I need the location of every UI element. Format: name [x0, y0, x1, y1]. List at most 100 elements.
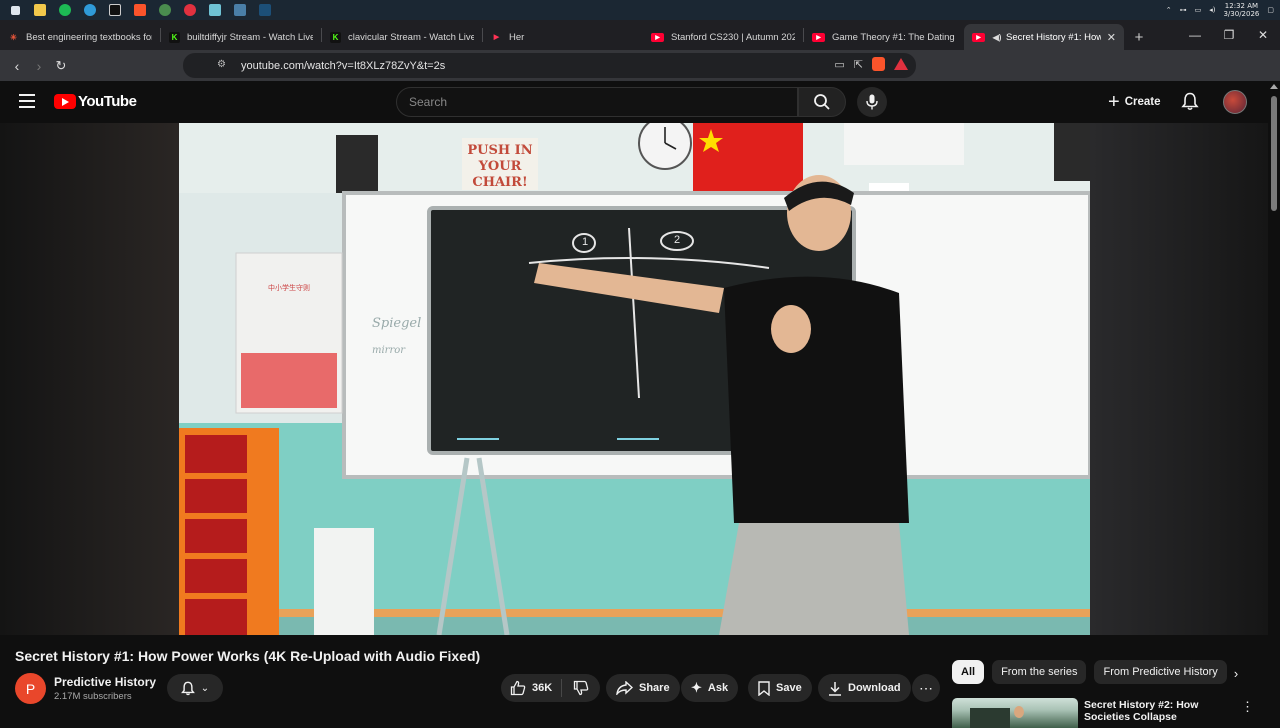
- ask-button[interactable]: ✦ Ask: [681, 674, 739, 702]
- search-button[interactable]: [798, 87, 846, 117]
- scroll-up-arrow-icon[interactable]: [1270, 84, 1278, 89]
- more-horizontal-icon: ⋯: [919, 679, 933, 696]
- youtube-icon: ▶: [972, 32, 985, 42]
- download-button[interactable]: Download: [818, 674, 911, 702]
- sign-line-1: PUSH IN: [467, 143, 533, 158]
- clock-date: 3/30/2026: [1223, 10, 1260, 18]
- video-details: Secret History #1: How Power Works (4K R…: [0, 635, 1268, 728]
- address-bar[interactable]: ⚙ youtube.com/watch?v=It8XLz78ZvY&t=2s ▭…: [183, 53, 916, 78]
- chevron-right-icon[interactable]: ›: [1226, 663, 1246, 683]
- download-label: Download: [848, 682, 901, 694]
- edge-icon[interactable]: [80, 0, 100, 20]
- minimize-button[interactable]: —: [1178, 20, 1212, 50]
- youtube-wordmark: YouTube: [78, 93, 137, 110]
- tab-title: builtdiffyjr Stream - Watch Live: [187, 31, 313, 43]
- calculator-icon[interactable]: [230, 0, 250, 20]
- speaker-icon[interactable]: ◀): [992, 32, 1002, 43]
- player-letterbox-left: [0, 123, 179, 635]
- video-title: Secret History #1: How Power Works (4K R…: [15, 648, 481, 664]
- thumbs-up-icon: [510, 680, 526, 696]
- save-button[interactable]: Save: [748, 674, 812, 702]
- page-scrollbar[interactable]: [1268, 81, 1280, 720]
- forward-button[interactable]: ›: [28, 55, 50, 77]
- restore-button[interactable]: ❐: [1212, 20, 1246, 50]
- create-button[interactable]: + Create: [1098, 87, 1171, 117]
- youtube-icon: ▶: [651, 32, 664, 42]
- ask-label: Ask: [707, 682, 729, 694]
- chip-from-series[interactable]: From the series: [992, 660, 1087, 684]
- tab-stanford-cs230[interactable]: ▶ Stanford CS230 | Autumn 2025: [643, 24, 803, 50]
- more-vertical-icon[interactable]: ⋮: [1241, 699, 1254, 715]
- system-clock[interactable]: 12:32 AM 3/30/2026: [1223, 2, 1259, 18]
- tab-game-theory[interactable]: ▶ Game Theory #1: The Dating G: [804, 24, 964, 50]
- browser-tab-strip: ✳ Best engineering textbooks for K built…: [0, 20, 1280, 50]
- create-label: Create: [1124, 96, 1161, 108]
- brave-shields-icon[interactable]: [872, 57, 885, 71]
- share-page-icon[interactable]: ⇱: [854, 58, 863, 71]
- bell-icon: [1181, 92, 1199, 111]
- back-button[interactable]: ‹: [6, 55, 28, 77]
- channel-name[interactable]: Predictive History: [54, 675, 156, 689]
- chrome-icon[interactable]: [155, 0, 175, 20]
- reload-button[interactable]: ↻: [50, 55, 72, 77]
- download-icon: [828, 681, 842, 696]
- site-info-icon[interactable]: ⚙: [217, 59, 226, 70]
- brave-icon[interactable]: [130, 0, 150, 20]
- tab-kick-stream-2[interactable]: K clavicular Stream - Watch Live: [322, 24, 482, 50]
- like-button[interactable]: 36K: [501, 679, 562, 697]
- subscription-bell-button[interactable]: ⌄: [167, 674, 223, 702]
- windows-start-icon[interactable]: [5, 0, 25, 20]
- tab-her[interactable]: ▶ Her: [483, 24, 643, 50]
- share-button[interactable]: Share: [606, 674, 680, 702]
- chevron-up-icon[interactable]: ⌃: [1166, 6, 1172, 14]
- chip-all[interactable]: All: [952, 660, 985, 684]
- like-count: 36K: [532, 682, 553, 694]
- video-player[interactable]: Spiegel mirror PUSH IN YOUR CHAIR! 1 2 中…: [0, 123, 1268, 635]
- hamburger-menu-icon[interactable]: [19, 94, 35, 108]
- sparkle-icon: ✦: [691, 680, 702, 695]
- notepad-icon[interactable]: [205, 0, 225, 20]
- tab-title: Stanford CS230 | Autumn 2025: [671, 31, 795, 43]
- poster-title: 中小学生守则: [268, 285, 310, 292]
- close-window-button[interactable]: ✕: [1246, 20, 1280, 50]
- cast-icon[interactable]: ▭: [834, 58, 844, 71]
- channel-avatar[interactable]: P: [15, 673, 46, 704]
- youtube-logo[interactable]: YouTube: [54, 93, 137, 110]
- os-taskbar: ⌃ ⊶ ▭ ◂) 12:32 AM 3/30/2026 ▢: [0, 0, 1280, 20]
- tab-engineering-textbooks[interactable]: ✳ Best engineering textbooks for: [0, 24, 160, 50]
- search-placeholder: Search: [409, 95, 448, 109]
- browser-toolbar: ‹ › ↻ ⚐ ⚙ youtube.com/watch?v=It8XLz78Zv…: [0, 50, 1280, 121]
- voice-search-button[interactable]: [857, 87, 887, 117]
- spotify-icon[interactable]: [55, 0, 75, 20]
- file-explorer-icon[interactable]: [30, 0, 50, 20]
- tiktok-icon[interactable]: [105, 0, 125, 20]
- battery-icon[interactable]: ▭: [1195, 6, 1202, 14]
- more-actions-button[interactable]: ⋯: [912, 674, 940, 702]
- share-arrow-icon: [616, 681, 633, 695]
- notifications-button[interactable]: [1181, 92, 1199, 116]
- window-controls: — ❐ ✕: [1178, 20, 1280, 50]
- subscriber-count: 2.17M subscribers: [54, 691, 132, 702]
- recommendation-title[interactable]: Secret History #2: How Societies Collaps…: [1084, 699, 1224, 723]
- opera-icon[interactable]: [180, 0, 200, 20]
- chip-from-channel[interactable]: From Predictive History: [1094, 660, 1227, 684]
- tab-secret-history[interactable]: ▶ ◀) Secret History #1: How ✕: [964, 24, 1124, 50]
- recommendation-thumbnail[interactable]: [952, 698, 1078, 728]
- account-avatar[interactable]: [1223, 90, 1247, 114]
- volume-icon[interactable]: ◂): [1209, 6, 1215, 14]
- search-input[interactable]: Search: [396, 87, 798, 117]
- omnibox-actions: ▭ ⇱: [834, 57, 908, 71]
- notification-icon[interactable]: ▢: [1267, 6, 1274, 14]
- tab-title: Best engineering textbooks for: [26, 31, 152, 43]
- dislike-button[interactable]: [562, 680, 600, 696]
- close-tab-icon[interactable]: ✕: [1107, 31, 1116, 44]
- new-tab-button[interactable]: +: [1124, 24, 1154, 50]
- brave-rewards-icon[interactable]: [894, 58, 908, 70]
- kick-icon: K: [169, 31, 180, 43]
- tab-kick-stream-1[interactable]: K builtdiffyjr Stream - Watch Live: [161, 24, 321, 50]
- scrollbar-thumb[interactable]: [1271, 96, 1277, 211]
- steam-icon[interactable]: [255, 0, 275, 20]
- network-icon[interactable]: ⊶: [1180, 6, 1187, 14]
- video-frame: Spiegel mirror: [179, 123, 1090, 635]
- bell-icon: [180, 681, 195, 695]
